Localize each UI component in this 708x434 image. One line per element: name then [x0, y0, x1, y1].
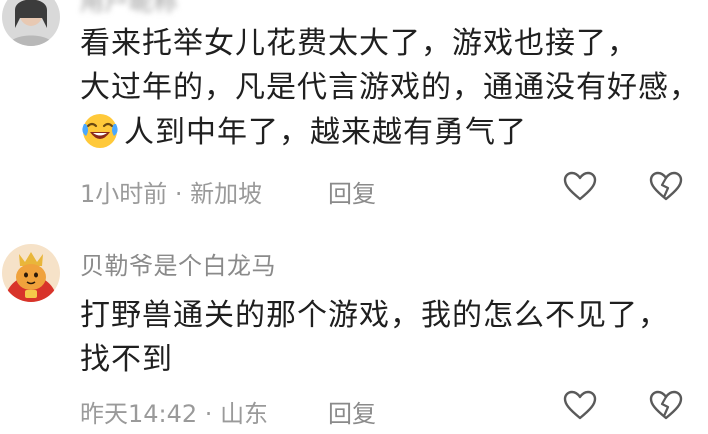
comment-meta: 1小时前 · 新加坡 回复 — [80, 174, 376, 209]
username[interactable]: 用户昵称 — [80, 0, 178, 17]
broken-heart-icon — [649, 171, 683, 205]
comment-line: 人到中年了，越来越有勇气了 — [80, 110, 700, 155]
comment-meta: 昨天14:42 · 山东 回复 — [80, 394, 376, 429]
comment-item: 用户昵称 看来托举女儿花费太大了，游戏也接了， 大过年的，凡是代言游戏的，通通没… — [0, 0, 708, 210]
like-button[interactable] — [560, 168, 600, 208]
comment-location: 新加坡 — [190, 180, 263, 208]
broken-heart-icon — [649, 390, 683, 424]
comment-line: 找不到 — [80, 342, 173, 377]
heart-outline-icon — [563, 171, 597, 205]
comment-text: 看来托举女儿花费太大了，游戏也接了， 大过年的，凡是代言游戏的，通通没有好感， … — [80, 22, 700, 155]
avatar[interactable] — [2, 0, 60, 46]
avatar[interactable] — [2, 244, 60, 302]
comment-list: 用户昵称 看来托举女儿花费太大了，游戏也接了， 大过年的，凡是代言游戏的，通通没… — [0, 0, 708, 434]
comment-location: 山东 — [220, 400, 269, 428]
like-button[interactable] — [560, 387, 600, 427]
comment-item: 贝勒爷是个白龙马 打野兽通关的那个游戏，我的怎么不见了， 找不到 昨天14:42… — [0, 232, 708, 434]
username[interactable]: 贝勒爷是个白龙马 — [80, 246, 276, 281]
comment-line: 看来托举女儿花费太大了，游戏也接了， — [80, 26, 638, 61]
heart-outline-icon — [563, 390, 597, 424]
comment-time: 1小时前 — [80, 180, 168, 208]
laughing-crying-emoji-icon — [80, 110, 120, 150]
comment-time: 昨天14:42 — [80, 400, 198, 428]
meta-separator: · — [167, 180, 191, 208]
comment-line: 打野兽通关的那个游戏，我的怎么不见了， — [80, 298, 669, 333]
meta-separator: · — [197, 400, 221, 428]
dislike-button[interactable] — [646, 387, 686, 427]
comment-line: 大过年的，凡是代言游戏的，通通没有好感， — [80, 70, 700, 105]
dislike-button[interactable] — [646, 168, 686, 208]
reply-button[interactable]: 回复 — [328, 174, 376, 209]
comment-text: 打野兽通关的那个游戏，我的怎么不见了， 找不到 — [80, 294, 700, 382]
reply-button[interactable]: 回复 — [328, 394, 376, 429]
